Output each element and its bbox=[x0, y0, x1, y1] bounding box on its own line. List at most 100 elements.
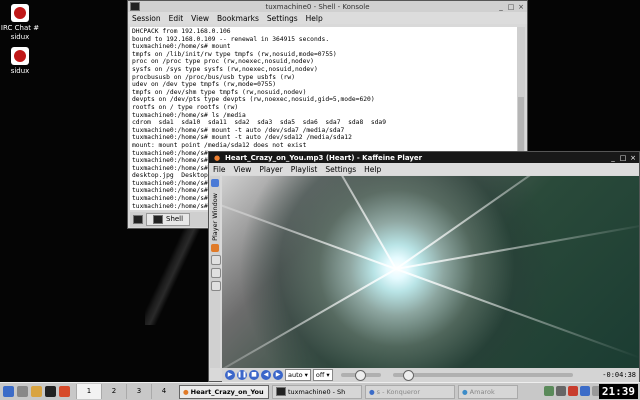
menu-player[interactable]: Player bbox=[259, 165, 282, 174]
menu-edit[interactable]: Edit bbox=[169, 14, 184, 23]
konqueror-task-icon: ● bbox=[369, 387, 375, 396]
kaffeine-sidebar: Player Window bbox=[210, 176, 221, 368]
irc-chat-desktop-icon[interactable]: IRC Chat # sidux bbox=[0, 4, 40, 42]
pause-icon[interactable]: ❚❚ bbox=[237, 370, 247, 380]
position-slider[interactable] bbox=[392, 370, 573, 381]
playlist-icon[interactable] bbox=[211, 243, 219, 252]
terminal-line: udev on /dev type tmpfs (rw,mode=0755) bbox=[132, 81, 277, 89]
subtitle-select-value: off bbox=[315, 371, 325, 379]
position-knob[interactable] bbox=[403, 370, 415, 381]
terminal-line: proc on /proc type proc (rw,noexec,nosui… bbox=[132, 58, 314, 66]
task-kaffeine[interactable]: ● Heart_Crazy_on_You bbox=[179, 384, 269, 399]
settings-icon[interactable] bbox=[17, 386, 28, 397]
visualization-ray bbox=[395, 222, 639, 270]
volume-knob[interactable] bbox=[354, 370, 366, 381]
kaffeine-menubar: File View Player Playlist Settings Help bbox=[209, 163, 639, 175]
terminal-line: sysfs on /sys type sysfs (rw,noexec,nosu… bbox=[132, 65, 318, 73]
audio-cd-icon[interactable] bbox=[211, 267, 221, 278]
task-konsole-label: tuxmachine0 - Sh bbox=[288, 387, 346, 396]
desktop-1[interactable]: 1 bbox=[76, 384, 101, 399]
aspect-select-value: auto bbox=[288, 371, 303, 379]
kaffeine-task-icon: ● bbox=[183, 387, 189, 396]
terminal-line: tuxmachine0:/home/s# mount -t auto /dev/… bbox=[132, 134, 352, 142]
volume-icon[interactable] bbox=[556, 386, 566, 396]
aspect-select[interactable]: auto ▾ bbox=[285, 369, 311, 381]
time-display[interactable]: -0:04:38 bbox=[602, 371, 636, 379]
menu-settings[interactable]: Settings bbox=[267, 14, 298, 23]
terminal-line: procbususb on /proc/bus/usb type usbfs (… bbox=[132, 73, 296, 81]
browser-icon[interactable] bbox=[59, 386, 70, 397]
konsole-titlebar[interactable]: tuxmachine0 - Shell - Konsole _ □ × bbox=[128, 1, 527, 12]
terminal-line: tmpfs on /lib/init/rw type tmpfs (rw,nos… bbox=[132, 50, 337, 58]
menu-settings[interactable]: Settings bbox=[325, 165, 356, 174]
play-icon[interactable]: ▶ bbox=[225, 370, 235, 380]
clipboard-icon[interactable] bbox=[580, 386, 590, 396]
menu-help[interactable]: Help bbox=[306, 14, 323, 23]
terminal-icon[interactable] bbox=[45, 386, 56, 397]
desktop-4[interactable]: 4 bbox=[151, 384, 176, 399]
volume-slider[interactable] bbox=[340, 370, 381, 381]
konsole-window-icon[interactable] bbox=[130, 2, 140, 11]
menu-view[interactable]: View bbox=[234, 165, 252, 174]
chevron-down-icon: ▾ bbox=[304, 371, 308, 379]
terminal-line: tuxmachine0:/home/s# mount -t auto /dev/… bbox=[132, 126, 345, 134]
next-icon[interactable]: ▶ bbox=[273, 370, 283, 380]
menu-help[interactable]: Help bbox=[364, 165, 381, 174]
kaffeine-titlebar[interactable]: ● Heart_Crazy_on_You.mp3 (Heart) - Kaffe… bbox=[209, 152, 639, 163]
kaffeine-title: Heart_Crazy_on_You.mp3 (Heart) - Kaffein… bbox=[225, 153, 423, 162]
terminal-line: DHCPACK from 192.168.0.106 bbox=[132, 28, 231, 35]
new-session-icon[interactable] bbox=[133, 215, 143, 224]
terminal-line: tuxmachine0:/home/s# mount bbox=[132, 43, 231, 51]
task-konsole[interactable]: tuxmachine0 - Sh bbox=[272, 384, 362, 399]
desktop-3[interactable]: 3 bbox=[126, 384, 151, 399]
menu-session[interactable]: Session bbox=[132, 14, 161, 23]
minimize-icon[interactable]: _ bbox=[609, 154, 617, 162]
task-kaffeine-label: Heart_Crazy_on_You bbox=[190, 387, 264, 396]
subtitle-select[interactable]: off ▾ bbox=[312, 369, 333, 381]
maximize-icon[interactable]: □ bbox=[619, 154, 627, 162]
chevron-down-icon: ▾ bbox=[326, 371, 330, 379]
previous-icon[interactable]: ◀ bbox=[261, 370, 271, 380]
task-amarok[interactable]: ● Amarok bbox=[458, 384, 518, 399]
player-controls: ▶ ❚❚ ■ ◀ ▶ auto ▾ off ▾ -0:04:38 bbox=[222, 368, 639, 382]
player-window-tab[interactable]: Player Window bbox=[211, 193, 219, 241]
start-window-icon[interactable] bbox=[211, 179, 219, 187]
kmenu-icon[interactable] bbox=[3, 386, 14, 397]
taskbar: 1 2 3 4 ● Heart_Crazy_on_You tuxmachine0… bbox=[0, 382, 640, 400]
sidux-desktop-icon[interactable]: sidux bbox=[0, 47, 40, 76]
tab-shell[interactable]: Shell bbox=[146, 213, 191, 226]
minimize-icon[interactable]: _ bbox=[497, 3, 505, 11]
disc-icon[interactable] bbox=[211, 280, 221, 291]
menu-playlist[interactable]: Playlist bbox=[291, 165, 318, 174]
konsole-task-icon bbox=[276, 387, 286, 396]
video-visualization[interactable] bbox=[222, 176, 639, 368]
stop-icon[interactable]: ■ bbox=[249, 370, 259, 380]
amarok-task-icon: ● bbox=[462, 387, 468, 396]
task-amarok-label: Amarok bbox=[469, 387, 495, 396]
wallpaper-streak bbox=[145, 215, 205, 325]
clock[interactable]: 21:39 bbox=[598, 384, 638, 399]
konsole-title: tuxmachine0 - Shell - Konsole bbox=[265, 2, 370, 11]
menu-file[interactable]: File bbox=[213, 165, 226, 174]
close-icon[interactable]: × bbox=[517, 3, 525, 11]
desktop-pager: 1 2 3 4 bbox=[76, 384, 176, 399]
irc-chat-icon bbox=[11, 4, 29, 22]
sidux-icon bbox=[11, 47, 29, 65]
task-konqueror[interactable]: ● s - Konqueror bbox=[365, 384, 455, 399]
terminal-line: devpts on /dev/pts type devpts (rw,noexe… bbox=[132, 96, 375, 104]
network-icon[interactable] bbox=[544, 386, 554, 396]
update-icon[interactable] bbox=[568, 386, 578, 396]
kaffeine-window-icon[interactable]: ● bbox=[213, 154, 221, 162]
shell-tab-icon bbox=[153, 215, 163, 224]
terminal-line: cdrom sda1 sda10 sda11 sda2 sda3 sda5 sd… bbox=[132, 119, 387, 127]
desktop-2[interactable]: 2 bbox=[101, 384, 126, 399]
dvb-icon[interactable] bbox=[211, 254, 221, 265]
home-icon[interactable] bbox=[31, 386, 42, 397]
menu-bookmarks[interactable]: Bookmarks bbox=[217, 14, 259, 23]
terminal-line: bound to 192.168.0.109 -- renewal in 364… bbox=[132, 35, 330, 43]
menu-view[interactable]: View bbox=[191, 14, 209, 23]
terminal-line: mount: mount point /media/sda12 does not… bbox=[132, 141, 307, 149]
close-icon[interactable]: × bbox=[629, 154, 637, 162]
irc-chat-icon-label: IRC Chat # sidux bbox=[0, 24, 40, 41]
maximize-icon[interactable]: □ bbox=[507, 3, 515, 11]
